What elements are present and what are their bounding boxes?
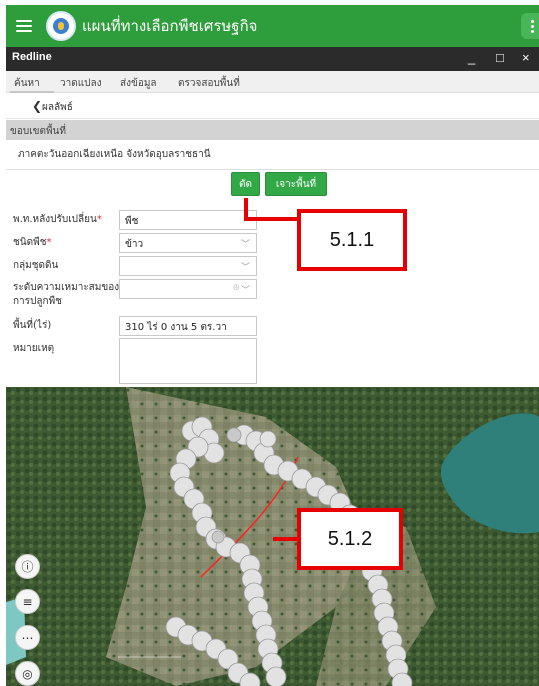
note-label: หมายเหตุ: [13, 343, 55, 354]
minimize-button[interactable]: _: [468, 50, 475, 65]
note-textarea[interactable]: [119, 338, 257, 384]
more-horizontal-icon[interactable]: ⋯: [15, 625, 40, 650]
info-icon[interactable]: ⓘ: [15, 554, 40, 579]
cut-button[interactable]: ตัด: [231, 172, 260, 196]
chevron-down-icon: ﹀: [240, 263, 250, 273]
close-button[interactable]: ×: [522, 50, 530, 65]
callout-label: 5.1.2: [297, 508, 403, 570]
callout-label: 5.1.1: [297, 209, 407, 271]
suitability-select[interactable]: ⊕ ﹀: [119, 279, 257, 299]
area-field[interactable]: 310 ไร่ 0 งาน 5 ตร.วา: [119, 316, 257, 336]
tab-search[interactable]: ค้นหา: [14, 76, 40, 91]
crop-type-label: ชนิดพืช*: [13, 237, 52, 248]
tab-check-area[interactable]: ตรวจสอบพื้นที่: [178, 76, 240, 91]
section-title: ขอบเขตพื้นที่: [10, 126, 66, 137]
tab-draw-plot[interactable]: วาดแปลง: [60, 76, 102, 91]
tab-send-data[interactable]: ส่งข้อมูล: [120, 76, 157, 91]
maximize-button[interactable]: □: [496, 50, 504, 65]
hamburger-menu-icon[interactable]: [16, 20, 32, 32]
suitability-label: ระดับความเหมาะสมของ การปลูกพืช: [13, 282, 120, 307]
change-type-label: พ.ท.หลังปรับเปลี่ยน*: [13, 214, 102, 225]
chevron-down-icon: ﹀: [240, 286, 250, 296]
clip-area-button[interactable]: เจาะพื้นที่: [265, 172, 327, 196]
area-boundary-header: ขอบเขตพื้นที่: [6, 120, 539, 140]
window-title-bar: Redline _ □ ×: [6, 47, 539, 71]
soil-group-label: กลุ่มชุดดิน: [13, 260, 59, 271]
area-label: พื้นที่(ไร่): [13, 320, 52, 331]
soil-group-select[interactable]: ﹀: [119, 256, 257, 276]
more-vertical-icon[interactable]: [521, 13, 539, 39]
layers-icon[interactable]: ≡: [15, 589, 40, 614]
crop-type-select[interactable]: ข้าว ﹀: [119, 233, 257, 253]
back-to-results-link[interactable]: ผลลัพธ์: [42, 100, 73, 115]
results-nav: ❮ ผลลัพธ์: [6, 93, 539, 119]
locate-icon[interactable]: ◎: [15, 661, 40, 686]
window-title: Redline: [12, 51, 52, 63]
change-type-field[interactable]: พืช: [119, 210, 257, 230]
divider: [6, 169, 539, 170]
app-title: แผนที่ทางเลือกพืชเศรษฐกิจ: [82, 17, 258, 35]
app-bar: แผนที่ทางเลือกพืชเศรษฐกิจ: [6, 5, 539, 47]
tab-bar: ค้นหา วาดแปลง ส่งข้อมูล ตรวจสอบพื้นที่: [6, 71, 539, 93]
clear-icon[interactable]: ⊕: [232, 283, 240, 293]
callout-leader-line: [273, 537, 299, 541]
chevron-down-icon: ﹀: [240, 240, 250, 250]
department-logo: [46, 11, 76, 41]
region-text: ภาคตะวันออกเฉียงเหนือ จังหวัดอุบลราชธานี: [18, 149, 211, 160]
callout-leader-line: [244, 217, 298, 221]
chevron-left-icon[interactable]: ❮: [32, 99, 42, 113]
